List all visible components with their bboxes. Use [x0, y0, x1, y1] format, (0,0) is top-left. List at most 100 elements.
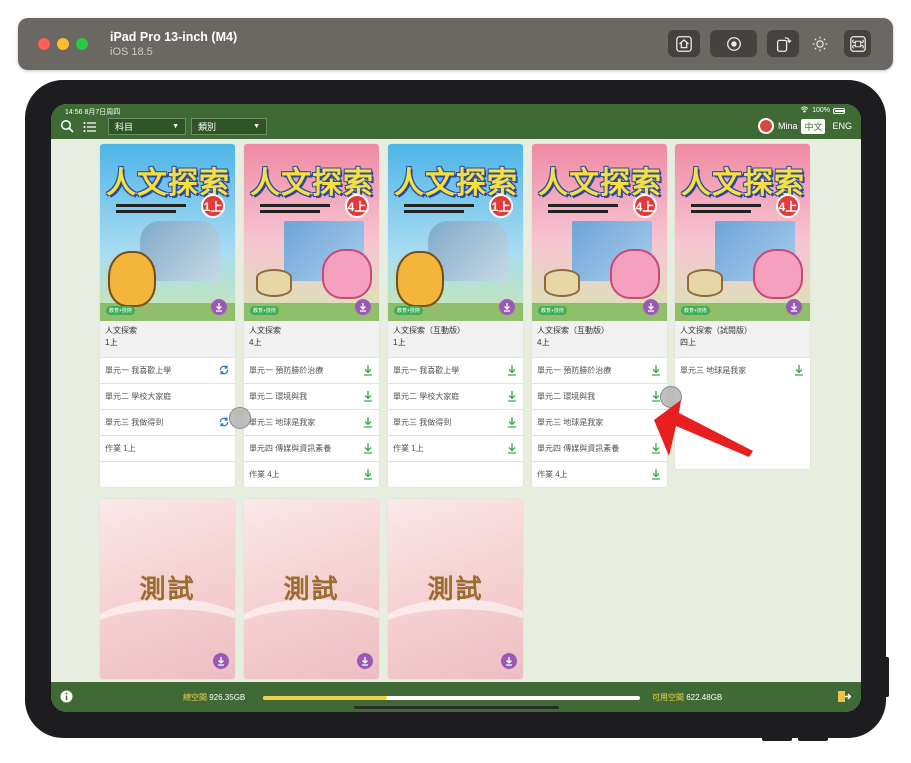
- chapter-row[interactable]: 單元二 學校大家庭: [388, 383, 523, 409]
- test-cover[interactable]: 測試: [100, 499, 235, 679]
- book-grade: 4上: [537, 338, 550, 347]
- book-card[interactable]: 人文探索 4上 教育+技術 人文探索 4上 單元一 預防勝於治療 單元二 環境與我 單元三 地…: [244, 144, 379, 487]
- download-icon: [648, 303, 654, 312]
- book-card[interactable]: 人文探索 4上 教育+技術 人文探索（互動版） 4上 單元一 預防勝於治療 單元二 環境與我…: [532, 144, 667, 487]
- zoom-window-button[interactable]: [76, 38, 88, 50]
- search-button[interactable]: [60, 119, 74, 138]
- cover-tag: 教育+技術: [538, 306, 567, 315]
- logout-button[interactable]: [837, 690, 852, 708]
- chapter-row[interactable]: 單元二 環境與我: [532, 383, 667, 409]
- book-card[interactable]: 人文探索 1上 教育+技術 人文探索 1上 單元一 我喜歡上學 單元二 學校大家庭 單元三 我…: [100, 144, 235, 487]
- download-icon[interactable]: [362, 364, 374, 378]
- download-icon[interactable]: [506, 364, 518, 378]
- chapter-row[interactable]: 單元三 地球是我家: [244, 409, 379, 435]
- storage-progress: [263, 696, 640, 700]
- chapter-label: 作業 1上: [105, 444, 136, 453]
- simulator-device-name: iPad Pro 13-inch (M4): [110, 30, 238, 44]
- download-icon: [504, 303, 510, 312]
- cover-download-button[interactable]: [355, 299, 371, 315]
- free-space-value: 622.48GB: [686, 693, 723, 702]
- test-download-button[interactable]: [213, 653, 229, 669]
- test-card[interactable]: 測試: [244, 499, 379, 679]
- test-cover[interactable]: 測試: [388, 499, 523, 679]
- info-icon: [60, 690, 73, 703]
- sync-icon[interactable]: [218, 364, 230, 378]
- lang-zh-button[interactable]: 中文: [801, 118, 826, 134]
- home-button[interactable]: [668, 30, 700, 57]
- chapter-row[interactable]: 單元一 我喜歡上學: [100, 357, 235, 383]
- keyboard-shortcut-button[interactable]: [844, 30, 871, 57]
- book-cover[interactable]: 人文探索 4上 教育+技術: [675, 144, 810, 321]
- chapter-row[interactable]: 單元三 我做得到: [100, 409, 235, 435]
- cover-subtitle-lines: [404, 204, 474, 216]
- chapter-row[interactable]: 單元四 傳媒與資訊素養: [244, 435, 379, 461]
- book-cover[interactable]: 人文探索 1上 教育+技術: [100, 144, 235, 321]
- user-name[interactable]: Mina: [778, 121, 798, 131]
- chapter-row[interactable]: 單元一 我喜歡上學: [388, 357, 523, 383]
- book-info: 人文探索 1上: [100, 321, 235, 357]
- book-grade: 四上: [680, 338, 696, 347]
- cover-download-button[interactable]: [643, 299, 659, 315]
- appearance-button[interactable]: [804, 30, 836, 57]
- download-icon[interactable]: [506, 442, 518, 456]
- lang-en-button[interactable]: ENG: [829, 120, 855, 132]
- test-cover[interactable]: 測試: [244, 499, 379, 679]
- book-card[interactable]: 人文探索 1上 教育+技術 人文探索（互動版） 1上 單元一 我喜歡上學 單元二 學校大家庭…: [388, 144, 523, 487]
- download-icon[interactable]: [362, 390, 374, 404]
- chapter-row[interactable]: 單元一 預防勝於治療: [532, 357, 667, 383]
- book-cover[interactable]: 人文探索 4上 教育+技術: [244, 144, 379, 321]
- cover-download-button[interactable]: [499, 299, 515, 315]
- chapter-row[interactable]: 單元四 傳媒與資訊素養: [532, 435, 667, 461]
- chevron-down-icon: ▼: [253, 123, 260, 130]
- cover-subtitle-lines: [548, 204, 618, 216]
- cover-download-button[interactable]: [786, 299, 802, 315]
- cover-subtitle-lines: [116, 204, 186, 216]
- status-battery: 100%: [800, 106, 845, 115]
- info-button[interactable]: [60, 690, 73, 708]
- chapter-row[interactable]: 單元三 我做得到: [388, 409, 523, 435]
- cover-download-button[interactable]: [211, 299, 227, 315]
- download-icon[interactable]: [650, 468, 662, 482]
- download-icon[interactable]: [650, 364, 662, 378]
- rotate-button[interactable]: [767, 30, 799, 57]
- chapter-row[interactable]: 作業 1上: [100, 435, 235, 461]
- chapter-row[interactable]: 作業 4上: [532, 461, 667, 487]
- category-select[interactable]: 類別 ▼: [191, 118, 267, 135]
- cover-subtitle-lines: [260, 204, 330, 216]
- book-cover[interactable]: 人文探索 1上 教育+技術: [388, 144, 523, 321]
- chapter-row[interactable]: 作業 1上: [388, 435, 523, 461]
- chapter-row[interactable]: 作業 4上: [244, 461, 379, 487]
- book-cover[interactable]: 人文探索 4上 教育+技術: [532, 144, 667, 321]
- subject-select[interactable]: 科目 ▼: [108, 118, 186, 135]
- chapter-row[interactable]: 單元三 地球是我家: [675, 357, 810, 383]
- minimize-window-button[interactable]: [57, 38, 69, 50]
- download-icon[interactable]: [793, 364, 805, 378]
- download-icon[interactable]: [506, 416, 518, 430]
- list-view-button[interactable]: [83, 120, 97, 138]
- chapter-row[interactable]: 單元二 學校大家庭: [100, 383, 235, 409]
- book-info: 人文探索（互動版） 4上: [532, 321, 667, 357]
- cover-pig-mascot: [322, 249, 372, 299]
- chapter-row[interactable]: 單元一 預防勝於治療: [244, 357, 379, 383]
- chapter-label: 單元三 地球是我家: [249, 418, 316, 427]
- home-icon: [676, 35, 692, 52]
- app-screen: 14:56 8月7日周四 100% 科目 ▼ 類別 ▼ Mina 中文 ENG: [51, 104, 861, 712]
- chapter-row[interactable]: 單元二 環境與我: [244, 383, 379, 409]
- test-card[interactable]: 測試: [100, 499, 235, 679]
- download-icon[interactable]: [506, 390, 518, 404]
- test-card[interactable]: 測試: [388, 499, 523, 679]
- test-download-button[interactable]: [357, 653, 373, 669]
- chapter-row[interactable]: 單元三 地球是我家: [532, 409, 667, 435]
- close-window-button[interactable]: [38, 38, 50, 50]
- download-icon: [218, 657, 224, 666]
- avatar[interactable]: [757, 118, 774, 134]
- appearance-icon: [812, 36, 828, 51]
- cover-tiger-mascot: [108, 251, 156, 307]
- cover-drum: [687, 269, 723, 297]
- test-download-button[interactable]: [501, 653, 517, 669]
- download-icon[interactable]: [362, 416, 374, 430]
- download-icon[interactable]: [362, 442, 374, 456]
- download-icon[interactable]: [362, 468, 374, 482]
- screenshot-button[interactable]: [710, 30, 757, 57]
- book-info: 人文探索（互動版） 1上: [388, 321, 523, 357]
